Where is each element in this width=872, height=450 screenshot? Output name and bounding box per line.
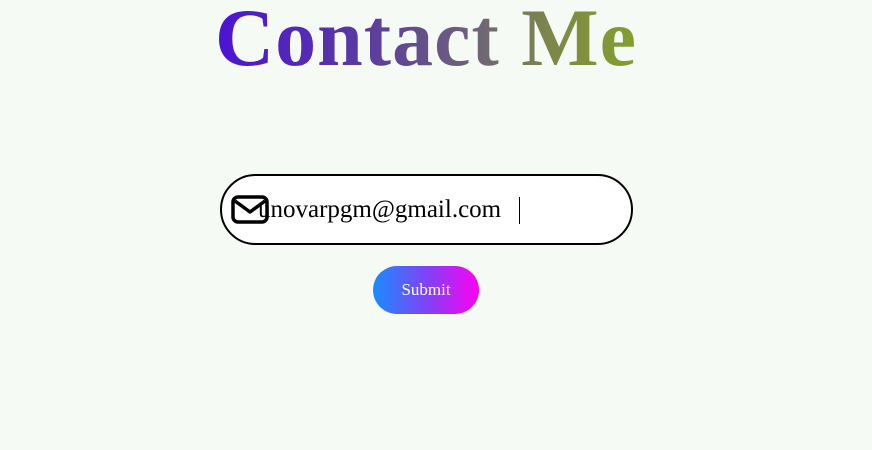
page-title-text: Contact Me xyxy=(215,0,637,83)
submit-button[interactable]: Submit xyxy=(373,266,479,314)
page-title: Contact Me xyxy=(0,0,852,83)
email-input[interactable] xyxy=(258,184,598,236)
text-caret xyxy=(519,197,520,224)
email-field[interactable] xyxy=(220,174,633,245)
